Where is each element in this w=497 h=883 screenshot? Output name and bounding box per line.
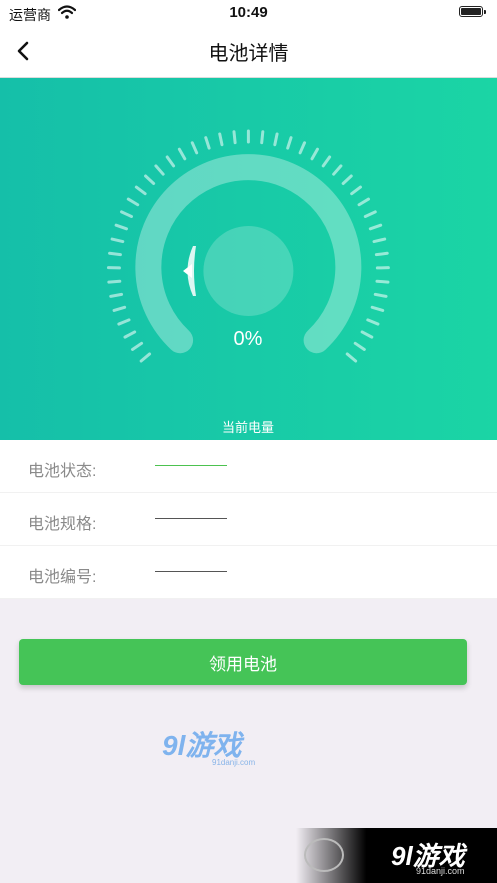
gauge-tick bbox=[232, 130, 237, 145]
info-row-spec: 电池规格: bbox=[0, 493, 497, 546]
gauge-tick bbox=[109, 292, 124, 298]
gauge-tick bbox=[332, 164, 343, 176]
battery-number-label: 电池编号: bbox=[28, 569, 97, 586]
gauge-tick bbox=[154, 164, 165, 176]
gauge-tick bbox=[112, 305, 127, 312]
battery-number-value bbox=[155, 571, 227, 572]
gauge-tick bbox=[374, 251, 389, 257]
gauge-tick bbox=[108, 251, 122, 257]
gauge-tick bbox=[139, 352, 152, 363]
gauge-tick bbox=[341, 174, 353, 185]
gauge-tick bbox=[134, 185, 147, 196]
gauge-tick bbox=[165, 155, 176, 168]
watermark-logo-text: 9l游戏 bbox=[162, 730, 242, 761]
watermark-corner: 9l游戏 91danji.com bbox=[296, 828, 497, 883]
gauge-tick bbox=[117, 318, 131, 326]
battery-icon bbox=[459, 6, 486, 17]
claim-battery-button[interactable]: 领用电池 bbox=[19, 639, 467, 685]
gauge-tick bbox=[360, 330, 374, 339]
gauge-tick bbox=[373, 292, 388, 298]
page-title: 电池详情 bbox=[208, 43, 289, 65]
gauge-tick bbox=[120, 210, 133, 218]
gauge-tick bbox=[353, 341, 366, 351]
gauge-tick bbox=[126, 197, 140, 207]
battery-info-list: 电池状态: 电池规格: 电池编号: bbox=[0, 440, 497, 599]
gauge-tick bbox=[372, 237, 387, 244]
gauge-tick bbox=[370, 305, 385, 312]
status-bar: 运营商 10:49 bbox=[0, 0, 497, 26]
battery-gauge bbox=[106, 129, 390, 363]
gauge-tick bbox=[310, 147, 319, 161]
nav-bar: 电池详情 bbox=[0, 26, 497, 78]
battery-spec-value bbox=[155, 518, 227, 519]
gauge-pointer-tip bbox=[183, 264, 192, 278]
gauge-tick bbox=[375, 279, 390, 284]
gauge-tick bbox=[357, 197, 371, 207]
gauge-tick bbox=[177, 147, 187, 161]
gauge-tick bbox=[130, 341, 144, 351]
gauge-tick bbox=[298, 141, 307, 155]
gauge-tick bbox=[123, 330, 137, 339]
battery-status-label: 电池状态: bbox=[28, 463, 97, 480]
battery-hero: 0% 当前电量 bbox=[0, 78, 497, 440]
gauge-tick bbox=[114, 223, 128, 231]
watermark-logo: 9l游戏 91danji.com bbox=[162, 732, 262, 768]
gauge-tick bbox=[345, 352, 358, 363]
gauge-tick bbox=[368, 223, 383, 231]
watermark-site-text: 91danji.com bbox=[212, 758, 256, 767]
gauge-tick bbox=[260, 130, 265, 145]
gauge-tick bbox=[144, 174, 156, 185]
gauge-tick bbox=[107, 279, 122, 284]
gauge-tick bbox=[110, 237, 125, 244]
gauge-tick bbox=[218, 132, 224, 147]
gauge-center bbox=[203, 226, 294, 316]
watermark-corner-site: 91danji.com bbox=[416, 866, 465, 876]
battery-status-value bbox=[155, 465, 227, 466]
status-time: 10:49 bbox=[229, 4, 268, 21]
gauge-tick bbox=[363, 210, 377, 218]
gauge-tick bbox=[204, 136, 211, 150]
gauge-tick bbox=[366, 318, 380, 326]
gauge-tick bbox=[190, 141, 199, 155]
watermark-g-icon bbox=[304, 838, 344, 872]
info-row-number: 电池编号: bbox=[0, 546, 497, 599]
gauge-tick bbox=[350, 185, 362, 196]
gauge-tick bbox=[321, 155, 332, 168]
info-row-status: 电池状态: bbox=[0, 440, 497, 493]
battery-label: 当前电量 bbox=[221, 420, 274, 435]
battery-percent: 0% bbox=[233, 328, 263, 350]
gauge-tick bbox=[273, 132, 279, 147]
battery-spec-label: 电池规格: bbox=[28, 516, 97, 533]
gauge-tick bbox=[286, 136, 293, 150]
